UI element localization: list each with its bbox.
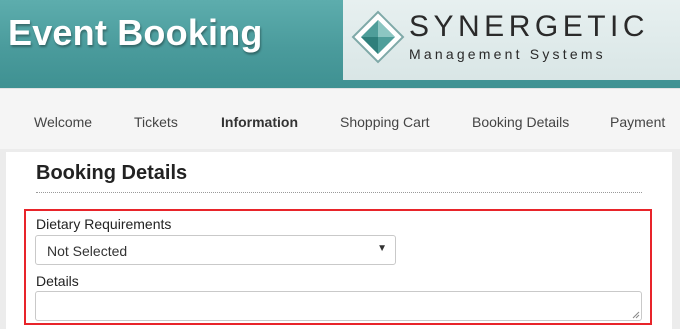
logo-subtitle: Management Systems bbox=[409, 46, 606, 62]
resize-handle-icon[interactable] bbox=[632, 311, 640, 319]
booking-details-panel: Booking Details Dietary Requirements Not… bbox=[6, 152, 672, 329]
synergetic-diamond-logo-icon bbox=[351, 10, 405, 64]
dietary-requirements-label: Dietary Requirements bbox=[36, 216, 172, 232]
details-textarea[interactable] bbox=[35, 291, 642, 321]
step-navigation: Welcome Tickets Information Shopping Car… bbox=[0, 88, 680, 149]
dietary-requirements-select[interactable]: Not Selected ▼ bbox=[35, 235, 396, 265]
caret-down-icon: ▼ bbox=[377, 243, 387, 254]
nav-item-booking-details[interactable]: Booking Details bbox=[472, 114, 569, 130]
nav-item-shopping-cart[interactable]: Shopping Cart bbox=[340, 114, 430, 130]
section-title: Booking Details bbox=[36, 162, 188, 184]
details-label: Details bbox=[36, 273, 79, 289]
header-banner: Event Booking SYNERGETIC Management Syst… bbox=[0, 0, 680, 88]
nav-item-payment[interactable]: Payment bbox=[610, 114, 665, 130]
nav-item-welcome[interactable]: Welcome bbox=[34, 114, 92, 130]
app-title: Event Booking bbox=[8, 12, 263, 53]
title-divider bbox=[36, 192, 642, 193]
nav-item-tickets[interactable]: Tickets bbox=[134, 114, 178, 130]
logo-name: SYNERGETIC bbox=[409, 10, 650, 43]
dietary-selected-value: Not Selected bbox=[47, 243, 128, 259]
nav-item-information[interactable]: Information bbox=[221, 114, 298, 130]
company-logo: SYNERGETIC Management Systems bbox=[343, 0, 680, 80]
